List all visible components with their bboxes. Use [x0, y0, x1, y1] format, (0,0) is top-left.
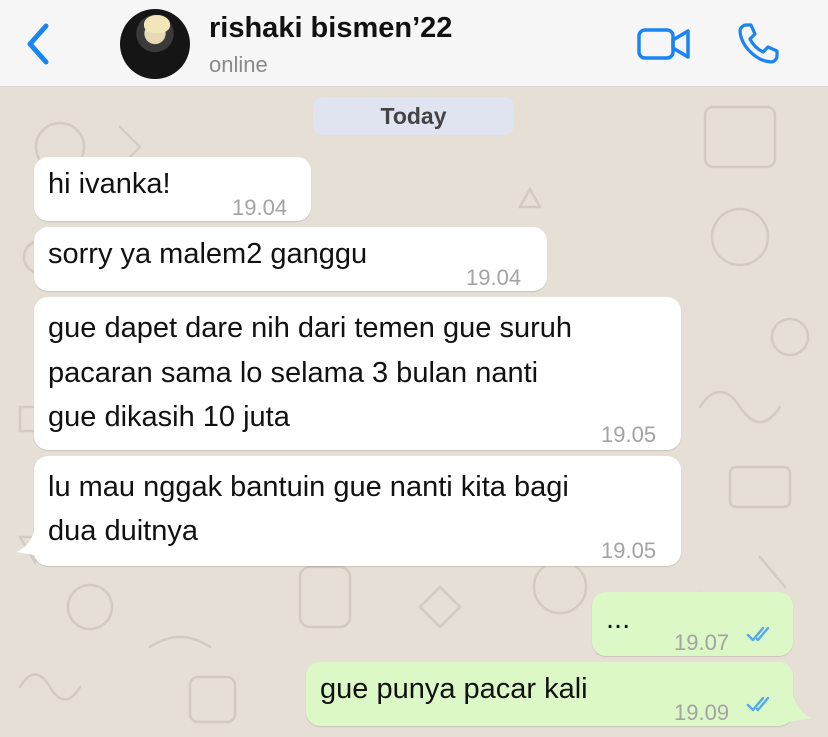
message-text: gue punya pacar kali: [320, 673, 588, 705]
message-bubble-outgoing[interactable]: ... 19.07: [592, 592, 793, 656]
double-check-icon: [746, 626, 770, 642]
double-check-icon: [746, 696, 770, 712]
message-text-line: dua duitnya: [48, 515, 198, 547]
message-time: 19.04: [232, 195, 288, 220]
message-text: ...: [606, 603, 631, 635]
message-bubble-incoming[interactable]: lu mau nggak bantuin gue nanti kita bagi…: [34, 456, 681, 566]
bubble-tail: [788, 698, 812, 722]
contact-avatar[interactable]: [120, 9, 190, 79]
message-bubble-incoming[interactable]: gue dapet dare nih dari temen gue suruh …: [34, 297, 681, 450]
chat-header: rishaki bismen’22 online: [0, 0, 828, 87]
video-call-icon[interactable]: [636, 24, 692, 64]
message-text-line: gue dapet dare nih dari temen gue suruh: [48, 312, 572, 344]
message-text: hi ivanka!: [48, 168, 171, 200]
message-time: 19.07: [674, 630, 730, 655]
message-bubble-outgoing[interactable]: gue punya pacar kali 19.09: [306, 662, 793, 726]
message-bubble-incoming[interactable]: sorry ya malem2 ganggu 19.04: [34, 227, 547, 291]
message-time: 19.09: [674, 700, 730, 725]
message-time: 19.05: [601, 422, 657, 447]
phone-icon[interactable]: [736, 20, 782, 66]
message-time: 19.05: [601, 538, 657, 563]
bubble-tail: [16, 532, 40, 556]
contact-status: online: [209, 52, 268, 77]
message-text-line: gue dikasih 10 juta: [48, 401, 290, 433]
message-time: 19.04: [466, 265, 522, 290]
back-chevron-icon[interactable]: [22, 22, 56, 66]
message-bubble-incoming[interactable]: hi ivanka! 19.04: [34, 157, 311, 221]
message-text-line: lu mau nggak bantuin gue nanti kita bagi: [48, 471, 569, 503]
message-text: sorry ya malem2 ganggu: [48, 238, 368, 270]
message-text-line: pacaran sama lo selama 3 bulan nanti: [48, 357, 539, 389]
contact-name[interactable]: rishaki bismen’22: [209, 12, 452, 45]
date-separator: Today: [313, 97, 514, 135]
